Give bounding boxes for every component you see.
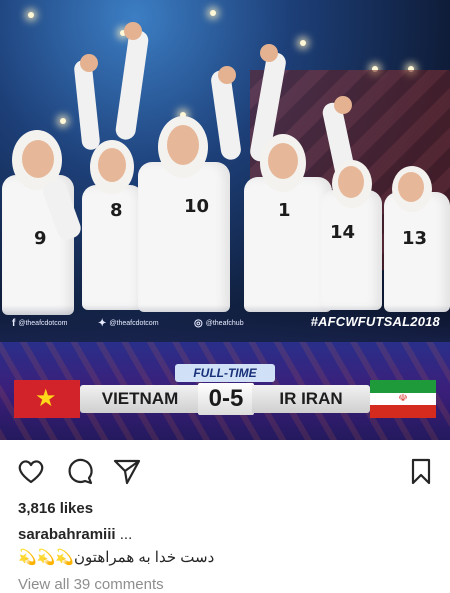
like-count[interactable]: 3,816 likes: [18, 500, 93, 517]
jersey-number: 1: [278, 200, 291, 221]
vietnam-flag-icon: ★: [14, 380, 80, 418]
post-photo[interactable]: 9 8 10 1 14 13 f @theafcdotcom ✦ @theafc…: [0, 0, 450, 342]
jersey-number: 14: [330, 222, 356, 243]
player-10: 10: [114, 22, 243, 312]
facebook-icon: f: [12, 318, 16, 329]
send-icon[interactable]: [112, 456, 142, 486]
iran-flag-icon: ☫: [370, 380, 436, 418]
social-handle: f @theafcdotcom: [12, 318, 68, 329]
jersey-number: 13: [402, 228, 428, 249]
instagram-icon: ◎: [194, 318, 203, 329]
match-score: 0-5: [198, 383, 254, 415]
caption-username-row: sarabahramiii ...: [18, 526, 132, 543]
hashtag-label: #AFCWFUTSAL2018: [310, 314, 440, 329]
match-status: FULL-TIME: [175, 364, 275, 382]
comment-icon[interactable]: [64, 456, 94, 486]
player-14: 14: [316, 150, 386, 310]
bookmark-icon[interactable]: [406, 456, 436, 486]
social-handle: ✦ @theafcdotcom: [98, 318, 159, 329]
username-link[interactable]: sarabahramiii: [18, 526, 116, 543]
heart-icon[interactable]: [16, 456, 46, 486]
more-link[interactable]: ...: [116, 526, 133, 543]
home-team-name: VIETNAM: [101, 389, 179, 408]
caption-text: 💫💫💫دست خدا به همراهتون: [18, 549, 215, 566]
post-action-bar: [0, 450, 450, 490]
player-13: 13: [380, 156, 450, 312]
twitter-icon: ✦: [98, 318, 107, 329]
social-handle: ◎ @theafchub: [194, 318, 244, 329]
player-9: 9: [0, 120, 84, 315]
jersey-number: 10: [184, 196, 210, 217]
jersey-number: 9: [34, 228, 47, 249]
away-team-name: IR IRAN: [279, 389, 343, 408]
view-comments-link[interactable]: View all 39 comments: [18, 576, 164, 593]
